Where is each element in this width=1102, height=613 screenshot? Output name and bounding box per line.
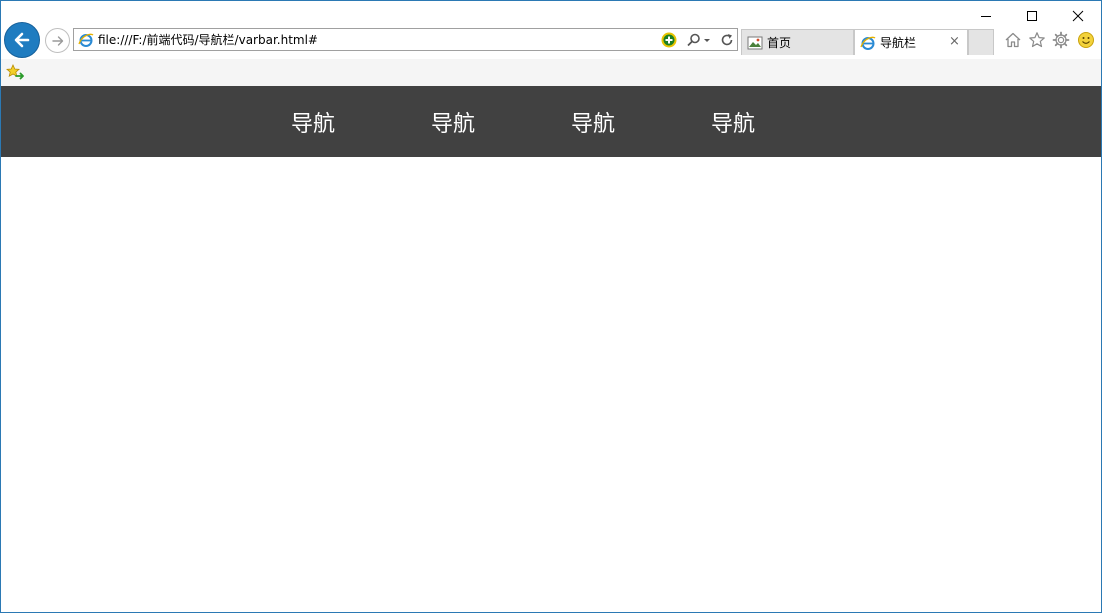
ie-page-icon — [78, 33, 94, 47]
close-window-button[interactable] — [1055, 1, 1101, 31]
home-icon — [1005, 32, 1021, 48]
forward-arrow-icon — [51, 35, 63, 46]
tools-button[interactable] — [1051, 30, 1071, 50]
nav-item-4[interactable]: 导航 — [663, 86, 803, 157]
tab-close-icon[interactable]: × — [949, 35, 961, 49]
address-bar[interactable]: file:///F:/前端代码/导航栏/varbar.html# — [73, 28, 738, 51]
star-icon — [1029, 32, 1045, 48]
maximize-icon — [1027, 11, 1037, 21]
favorites-bar — [1, 59, 1101, 86]
page-content: 导航 导航 导航 导航 — [1, 86, 1101, 612]
refresh-icon[interactable] — [719, 32, 735, 48]
forward-button[interactable] — [45, 28, 70, 53]
window-controls — [963, 1, 1101, 31]
tab-label: 首页 — [767, 36, 792, 50]
back-arrow-icon — [14, 32, 30, 48]
maximize-button[interactable] — [1009, 1, 1055, 31]
minimize-icon — [981, 16, 991, 17]
address-text: file:///F:/前端代码/导航栏/varbar.html# — [98, 33, 318, 47]
search-dropdown-button[interactable] — [686, 32, 714, 48]
new-tab-button[interactable] — [968, 29, 994, 55]
back-button[interactable] — [4, 22, 40, 58]
tab-navbar[interactable]: 导航栏 × — [854, 29, 968, 55]
close-icon — [1072, 10, 1084, 22]
feedback-button[interactable] — [1076, 30, 1096, 50]
favorites-button[interactable] — [1027, 30, 1047, 50]
nav-item-1[interactable]: 导航 — [243, 86, 383, 157]
browser-window: file:///F:/前端代码/导航栏/varbar.html# 首页 导航栏 … — [0, 0, 1102, 613]
chevron-down-icon — [704, 39, 710, 42]
search-icon — [687, 33, 700, 47]
addon-plus-icon[interactable] — [661, 32, 677, 48]
gear-icon — [1052, 31, 1070, 49]
tab-home[interactable]: 首页 — [741, 29, 854, 55]
tab-label: 导航栏 — [880, 36, 917, 50]
nav-item-2[interactable]: 导航 — [383, 86, 523, 157]
home-button[interactable] — [1003, 30, 1023, 50]
add-favorite-icon[interactable] — [6, 63, 24, 81]
minimize-button[interactable] — [963, 1, 1009, 31]
smiley-icon — [1078, 32, 1094, 48]
nav-item-3[interactable]: 导航 — [523, 86, 663, 157]
ie-page-icon — [860, 36, 876, 50]
image-page-icon — [747, 36, 763, 49]
navbar: 导航 导航 导航 导航 — [1, 86, 1101, 157]
